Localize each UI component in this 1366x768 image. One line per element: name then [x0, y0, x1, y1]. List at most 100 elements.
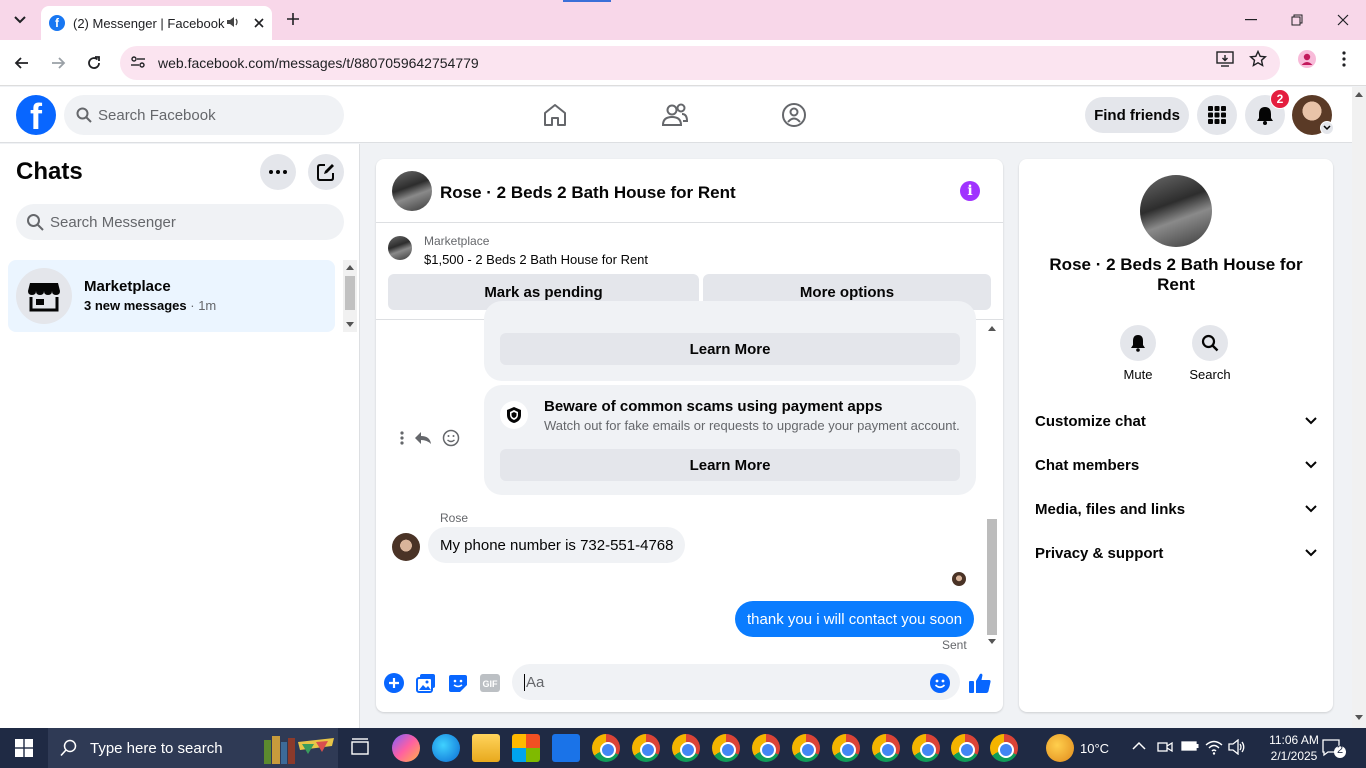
facebook-search-input[interactable]: Search Facebook [64, 95, 344, 135]
conversation-title[interactable]: Rose · 2 Beds 2 Bath House for Rent [440, 183, 736, 203]
forward-icon[interactable] [44, 49, 72, 77]
seen-receipt-avatar [952, 572, 966, 586]
sticker-icon[interactable] [446, 671, 470, 695]
edge-browser-icon[interactable] [432, 734, 460, 762]
emoji-icon[interactable] [928, 671, 952, 695]
chrome-profile-6-icon[interactable] [792, 734, 820, 762]
sender-name: Rose [440, 511, 469, 525]
windows-start-icon[interactable] [0, 728, 48, 768]
messenger-search-input[interactable]: Search Messenger [16, 204, 344, 240]
battery-icon[interactable] [1181, 740, 1199, 755]
chat-options-icon[interactable] [260, 154, 296, 190]
weather-temp[interactable]: 10°C [1080, 741, 1109, 756]
search-icon [60, 739, 77, 757]
listing-thumbnail[interactable] [388, 236, 412, 260]
react-smiley-icon[interactable] [442, 429, 460, 450]
chrome-profile-5-icon[interactable] [752, 734, 780, 762]
details-avatar[interactable] [1140, 175, 1212, 247]
file-explorer-icon[interactable] [472, 734, 500, 762]
find-friends-button[interactable]: Find friends [1085, 97, 1189, 133]
message-input[interactable]: Aa [512, 664, 960, 700]
chrome-profile-3-icon[interactable] [672, 734, 700, 762]
site-info-icon[interactable] [130, 55, 150, 72]
chrome-profile-4-icon[interactable] [712, 734, 740, 762]
chrome-menu-icon[interactable] [1333, 48, 1355, 70]
account-chevron-down-icon[interactable] [1320, 121, 1334, 135]
facebook-logo-icon[interactable]: f [16, 95, 56, 135]
thread-scrollbar[interactable] [985, 321, 999, 651]
chrome-profile-9-icon[interactable] [912, 734, 940, 762]
chrome-profile-7-icon[interactable] [832, 734, 860, 762]
new-message-icon[interactable] [308, 154, 344, 190]
chrome-profile-8-icon[interactable] [872, 734, 900, 762]
chat-members-row[interactable]: Chat members [1035, 453, 1317, 477]
restore-icon[interactable] [1274, 0, 1320, 40]
learn-more-button[interactable]: Learn More [500, 333, 960, 365]
mute-button[interactable]: Mute [1108, 325, 1168, 382]
address-bar[interactable]: web.facebook.com/messages/t/880705964275… [120, 46, 1280, 80]
friends-icon[interactable] [659, 99, 691, 131]
safety-card-1: Learn More [484, 301, 976, 381]
chrome-profile-icon[interactable] [1296, 48, 1318, 70]
conversation-item-marketplace[interactable]: Marketplace 3 new messages · 1m [8, 260, 335, 332]
customize-chat-row[interactable]: Customize chat [1035, 409, 1317, 433]
page-scrollbar[interactable] [1352, 87, 1366, 728]
reload-icon[interactable] [80, 49, 108, 77]
gif-icon[interactable]: GIF [478, 671, 502, 695]
chrome-profile-1-icon[interactable] [592, 734, 620, 762]
back-icon[interactable] [8, 49, 36, 77]
taskbar-search-input[interactable]: Type here to search [48, 728, 338, 768]
photo-icon[interactable] [414, 671, 438, 695]
listing-title[interactable]: $1,500 - 2 Beds 2 Bath House for Rent [424, 252, 648, 267]
conversation-header: Rose · 2 Beds 2 Bath House for Rent i [376, 159, 1003, 223]
outgoing-message[interactable]: thank you i will contact you soon [735, 601, 975, 637]
media-files-links-row[interactable]: Media, files and links [1035, 497, 1317, 521]
tab-search-icon[interactable] [6, 6, 34, 34]
chrome-active-icon[interactable] [951, 734, 979, 762]
search-placeholder: Search Facebook [98, 106, 216, 124]
notification-center-icon[interactable]: 2 [1322, 738, 1346, 758]
menu-grid-icon[interactable] [1197, 95, 1237, 135]
sender-avatar[interactable] [392, 533, 420, 561]
home-icon[interactable] [539, 99, 571, 131]
listing-avatar[interactable] [392, 171, 432, 211]
chevron-down-icon [1305, 549, 1317, 557]
info-icon[interactable]: i [960, 181, 980, 201]
message-thread: Learn More Beware of common scams using … [376, 301, 1003, 655]
groups-icon[interactable] [778, 99, 810, 131]
taskbar-clock[interactable]: 11:06 AM 2/1/2025 [1262, 732, 1326, 764]
sidebar-scrollbar[interactable] [343, 260, 357, 332]
incoming-message[interactable]: My phone number is 732-551-4768 [428, 527, 686, 563]
add-plus-icon[interactable] [382, 671, 406, 695]
mail-icon[interactable] [552, 734, 580, 762]
copilot-icon[interactable] [392, 734, 420, 762]
safety-card-2: Beware of common scams using payment app… [484, 385, 976, 495]
volume-icon[interactable] [1228, 738, 1246, 758]
chrome-profile-2-icon[interactable] [632, 734, 660, 762]
more-actions-icon[interactable] [400, 430, 404, 448]
speaker-icon[interactable] [226, 15, 240, 32]
new-tab-icon[interactable] [282, 8, 304, 30]
minimize-icon[interactable] [1228, 0, 1274, 40]
browser-tab-messenger[interactable]: f (2) Messenger | Facebook [41, 6, 272, 40]
reply-icon[interactable] [414, 431, 432, 448]
sidebar-scrollbar-thumb[interactable] [345, 276, 355, 310]
privacy-support-row[interactable]: Privacy & support [1035, 541, 1317, 565]
close-tab-icon[interactable] [254, 15, 264, 31]
weather-icon[interactable] [1046, 734, 1074, 762]
task-view-icon[interactable] [346, 734, 374, 762]
meet-now-icon[interactable] [1157, 740, 1173, 757]
bookmark-star-icon[interactable] [1247, 48, 1269, 70]
wifi-icon[interactable] [1205, 739, 1223, 758]
tray-chevron-up-icon[interactable] [1132, 740, 1146, 754]
search-in-chat-button[interactable]: Search [1180, 325, 1240, 382]
close-window-icon[interactable] [1320, 0, 1366, 40]
learn-more-button[interactable]: Learn More [500, 449, 960, 481]
microsoft-store-icon[interactable] [512, 734, 540, 762]
search-label: Search [1189, 367, 1231, 382]
thumbs-up-icon[interactable] [968, 671, 992, 695]
thread-scrollbar-thumb[interactable] [987, 519, 997, 635]
install-app-icon[interactable] [1214, 48, 1236, 70]
chrome-profile-10-icon[interactable] [990, 734, 1018, 762]
conversation-time: · 1m [190, 298, 217, 313]
